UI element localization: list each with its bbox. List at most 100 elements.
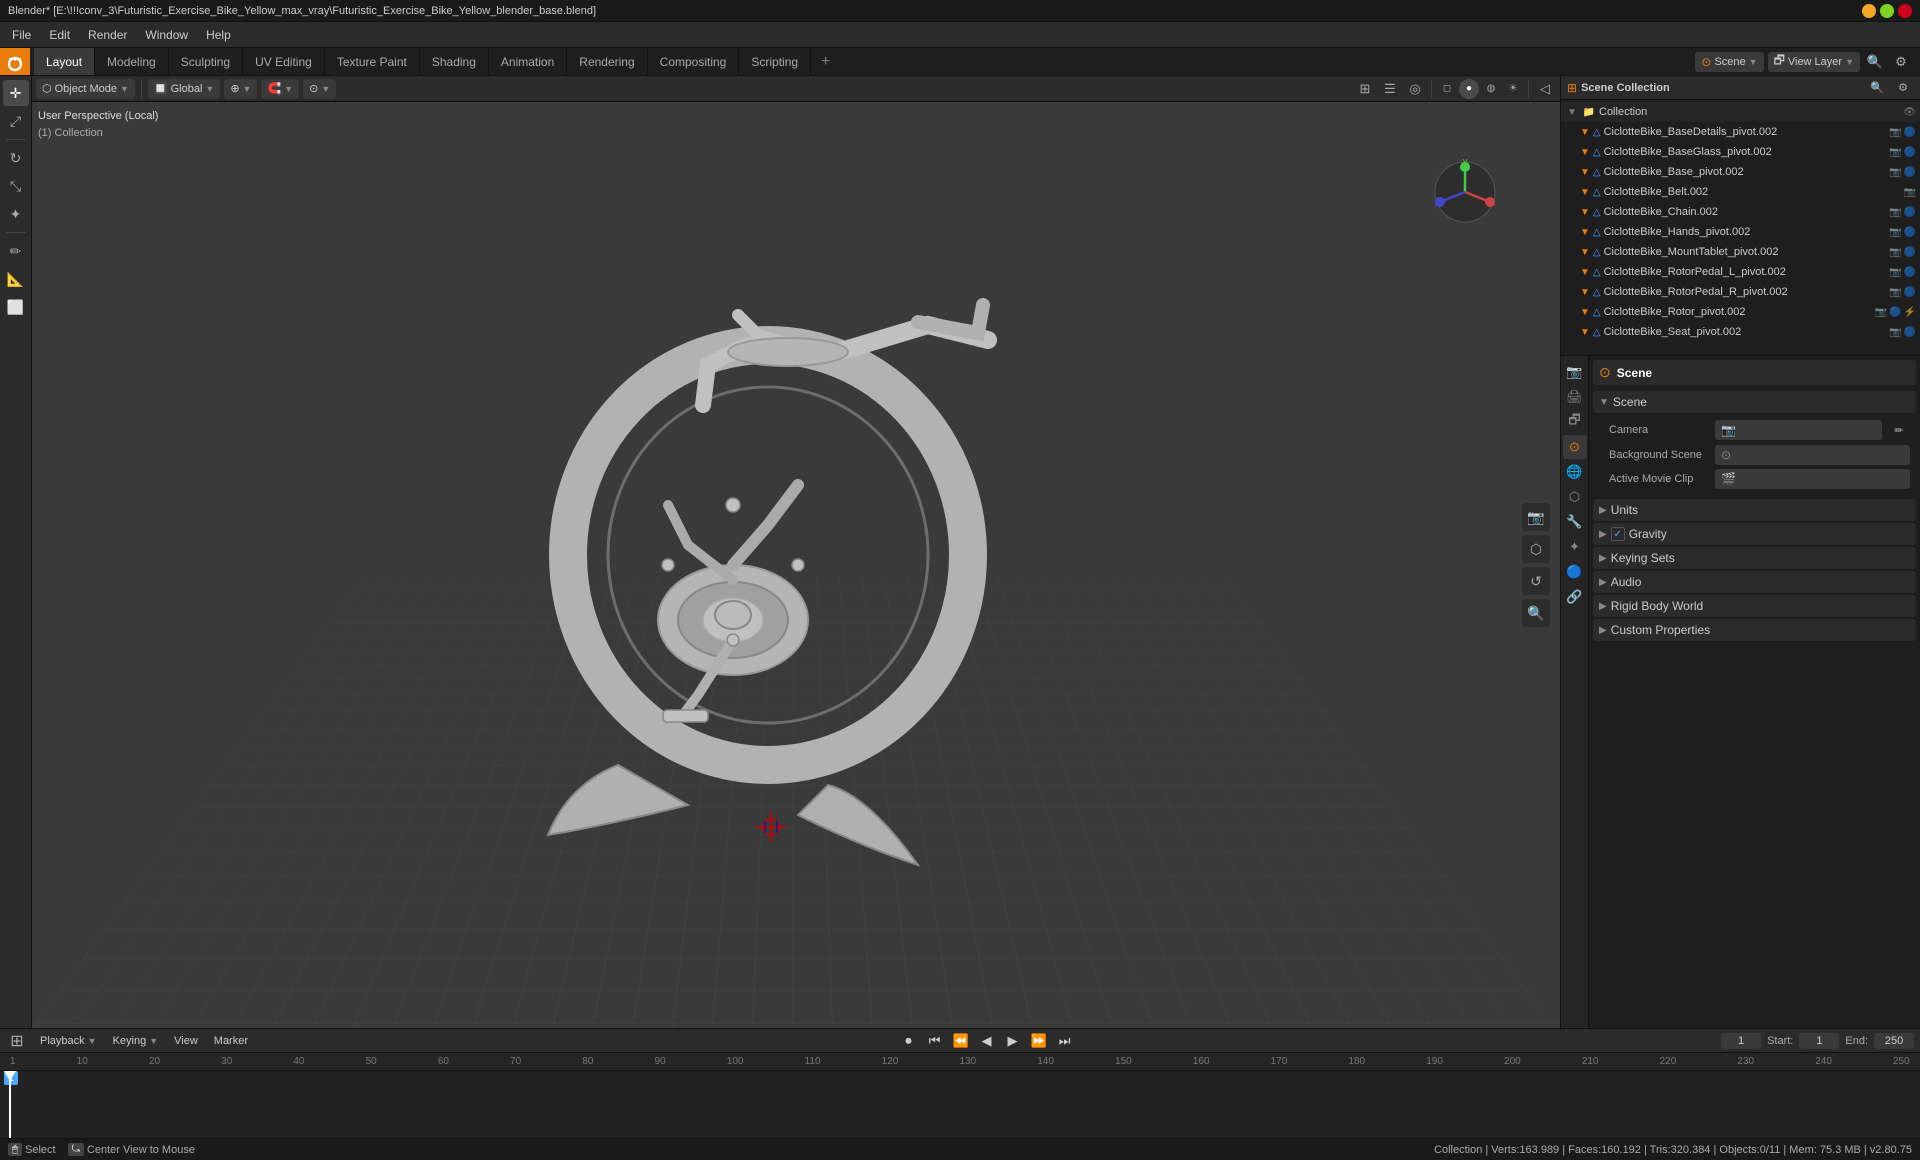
props-tab-object[interactable]: ⬡: [1563, 485, 1587, 509]
mode-selector[interactable]: ⬡ Object Mode ▼: [36, 79, 135, 99]
props-tab-modifier[interactable]: 🔧: [1563, 510, 1587, 534]
record-btn[interactable]: ⏺: [898, 1030, 920, 1052]
props-tab-world[interactable]: 🌐: [1563, 460, 1587, 484]
tab-uv-editing[interactable]: UV Editing: [243, 48, 325, 75]
gizmo-toggle[interactable]: ⊞: [1354, 78, 1376, 100]
close-button[interactable]: [1898, 4, 1912, 18]
audio-section-header[interactable]: ▶ Audio: [1593, 571, 1916, 593]
extra-icon-9[interactable]: ⚡: [1904, 307, 1916, 318]
menu-help[interactable]: Help: [198, 26, 239, 44]
render-icon-2[interactable]: 🔵: [1904, 167, 1916, 178]
tab-layout[interactable]: Layout: [34, 48, 95, 75]
rigid-body-world-header[interactable]: ▶ Rigid Body World: [1593, 595, 1916, 617]
menu-edit[interactable]: Edit: [41, 26, 78, 44]
view-layer-selector[interactable]: 🗗 View Layer ▼: [1768, 52, 1860, 72]
axis-gizmo[interactable]: Y X Z: [1430, 157, 1500, 227]
minimize-button[interactable]: [1862, 4, 1876, 18]
camera-icon-8[interactable]: 📷: [1889, 287, 1901, 298]
scene-selector[interactable]: ⊙ Scene ▼: [1695, 52, 1763, 72]
add-workspace-button[interactable]: +: [811, 48, 840, 75]
menu-window[interactable]: Window: [137, 26, 196, 44]
camera-icon-7[interactable]: 📷: [1889, 267, 1901, 278]
material-preview-shading[interactable]: ◍: [1481, 79, 1501, 99]
pivot-selector[interactable]: ⊕ ▼: [224, 79, 257, 99]
viewport-selector[interactable]: 🔲 Global ▼: [148, 79, 220, 99]
outliner-item-6[interactable]: ▼ △ CiclotteBike_MountTablet_pivot.002 📷…: [1561, 242, 1920, 262]
outliner-item-9[interactable]: ▼ △ CiclotteBike_Rotor_pivot.002 📷 🔵 ⚡: [1561, 302, 1920, 322]
scene-section-header[interactable]: ▼ Scene: [1593, 391, 1916, 413]
transform-tool[interactable]: ✦: [3, 201, 29, 227]
tab-animation[interactable]: Animation: [489, 48, 567, 75]
props-tab-scene[interactable]: ⊙: [1563, 435, 1587, 459]
tab-shading[interactable]: Shading: [420, 48, 489, 75]
move-tool[interactable]: ⤢: [3, 108, 29, 134]
render-icon-9[interactable]: 🔵: [1889, 307, 1901, 318]
render-icon-8[interactable]: 🔵: [1904, 287, 1916, 298]
background-scene-value[interactable]: ⊙: [1715, 445, 1910, 465]
maximize-button[interactable]: [1880, 4, 1894, 18]
step-fwd-btn[interactable]: ⏩: [1028, 1030, 1050, 1052]
render-icon-10[interactable]: 🔵: [1904, 327, 1916, 338]
render-icon-7[interactable]: 🔵: [1904, 267, 1916, 278]
outliner-item-1[interactable]: ▼ △ CiclotteBike_BaseGlass_pivot.002 📷 🔵: [1561, 142, 1920, 162]
outliner-item-5[interactable]: ▼ △ CiclotteBike_Hands_pivot.002 📷 🔵: [1561, 222, 1920, 242]
play-back-btn[interactable]: ◀: [976, 1030, 998, 1052]
keying-sets-header[interactable]: ▶ Keying Sets: [1593, 547, 1916, 569]
snap-selector[interactable]: 🧲 ▼: [261, 79, 299, 99]
props-tab-view-layer[interactable]: 🗗: [1563, 410, 1587, 434]
orbit-around-icon[interactable]: ↺: [1522, 567, 1550, 595]
marker-btn[interactable]: Marker: [210, 1034, 252, 1048]
end-frame-input[interactable]: 250: [1874, 1033, 1914, 1049]
outliner-filter[interactable]: 🔍: [1866, 77, 1888, 99]
viewport-canvas[interactable]: User Perspective (Local) (1) Collection: [32, 102, 1560, 1028]
props-tab-physics[interactable]: 🔵: [1563, 560, 1587, 584]
camera-icon-0[interactable]: 📷: [1889, 127, 1901, 138]
camera-icon-3[interactable]: 📷: [1904, 187, 1916, 198]
gravity-checkbox[interactable]: ✓: [1611, 527, 1625, 541]
outliner-item-3[interactable]: ▼ △ CiclotteBike_Belt.002 📷: [1561, 182, 1920, 202]
menu-render[interactable]: Render: [80, 26, 135, 44]
current-frame-input[interactable]: 1: [1721, 1033, 1761, 1049]
props-tab-particles[interactable]: ✦: [1563, 535, 1587, 559]
props-tab-output[interactable]: 🖨: [1563, 385, 1587, 409]
perspective-icon[interactable]: ⬡: [1522, 535, 1550, 563]
active-movie-clip-value[interactable]: 🎬: [1715, 469, 1910, 489]
render-icon-4[interactable]: 🔵: [1904, 207, 1916, 218]
keying-btn[interactable]: Keying ▼: [109, 1034, 163, 1048]
view-btn[interactable]: View: [170, 1034, 202, 1048]
custom-properties-header[interactable]: ▶ Custom Properties: [1593, 619, 1916, 641]
proportional-edit[interactable]: ⊙ ▼: [303, 79, 336, 99]
camera-view-icon[interactable]: 📷: [1522, 503, 1550, 531]
tab-sculpting[interactable]: Sculpting: [169, 48, 243, 75]
camera-icon-4[interactable]: 📷: [1889, 207, 1901, 218]
outliner-item-7[interactable]: ▼ △ CiclotteBike_RotorPedal_L_pivot.002 …: [1561, 262, 1920, 282]
outliner-item-4[interactable]: ▼ △ CiclotteBike_Chain.002 📷 🔵: [1561, 202, 1920, 222]
camera-icon-1[interactable]: 📷: [1889, 147, 1901, 158]
outliner-item-10[interactable]: ▼ △ CiclotteBike_Seat_pivot.002 📷 🔵: [1561, 322, 1920, 342]
props-tab-constraint[interactable]: 🔗: [1563, 585, 1587, 609]
scale-tool[interactable]: ⤡: [3, 173, 29, 199]
play-btn[interactable]: ▶: [1002, 1030, 1024, 1052]
rendered-shading[interactable]: ☀: [1503, 79, 1523, 99]
timeline-menu[interactable]: ⊞: [6, 1030, 28, 1052]
render-icon-0[interactable]: 🔵: [1904, 127, 1916, 138]
step-back-btn[interactable]: ⏪: [950, 1030, 972, 1052]
wireframe-shading[interactable]: ◻: [1437, 79, 1457, 99]
outliner-item-8[interactable]: ▼ △ CiclotteBike_RotorPedal_R_pivot.002 …: [1561, 282, 1920, 302]
measure-tool[interactable]: 📐: [3, 266, 29, 292]
tab-modeling[interactable]: Modeling: [95, 48, 169, 75]
visibility-icon[interactable]: 👁: [1903, 107, 1916, 118]
solid-shading[interactable]: ●: [1459, 79, 1479, 99]
cursor-tool[interactable]: ✛: [3, 80, 29, 106]
rotate-tool[interactable]: ↻: [3, 145, 29, 171]
search-icon-header[interactable]: 🔍: [1864, 51, 1886, 73]
start-frame-input[interactable]: 1: [1799, 1033, 1839, 1049]
playback-btn[interactable]: Playback ▼: [36, 1034, 101, 1048]
overlay-toggle[interactable]: ☰: [1379, 78, 1401, 100]
camera-icon-9[interactable]: 📷: [1875, 307, 1887, 318]
render-icon-6[interactable]: 🔵: [1904, 247, 1916, 258]
camera-icon-5[interactable]: 📷: [1889, 227, 1901, 238]
outliner-item-2[interactable]: ▼ △ CiclotteBike_Base_pivot.002 📷 🔵: [1561, 162, 1920, 182]
camera-icon-6[interactable]: 📷: [1889, 247, 1901, 258]
add-cube-tool[interactable]: ⬜: [3, 294, 29, 320]
